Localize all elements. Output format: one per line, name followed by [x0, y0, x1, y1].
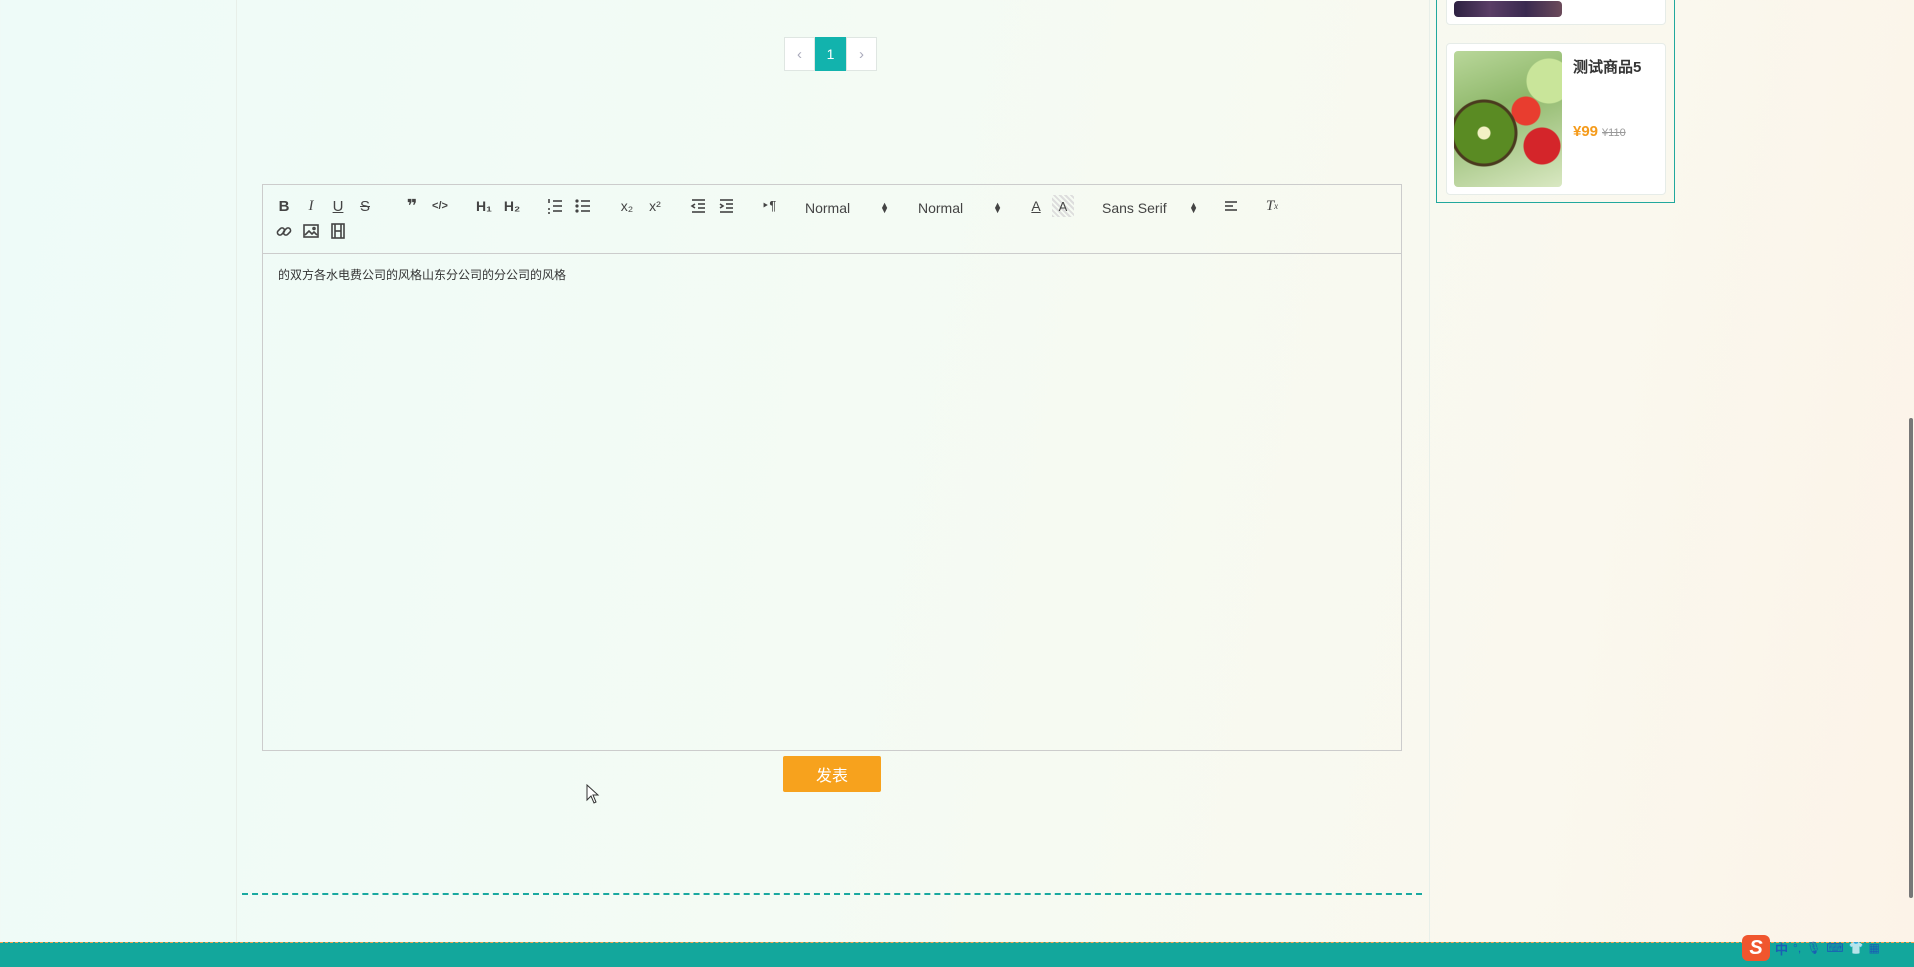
- clear-format-button[interactable]: Tx: [1261, 195, 1283, 217]
- price-original: ¥110: [1602, 127, 1626, 139]
- text-direction-icon[interactable]: ‣¶: [758, 195, 780, 217]
- product-thumbnail: [1454, 1, 1562, 17]
- product-card-previous[interactable]: [1446, 0, 1666, 25]
- product-price: ¥99 ¥110: [1573, 123, 1626, 140]
- product-thumbnail: [1454, 51, 1562, 187]
- rich-text-editor: B I U S ❞ </> H₁ H₂ x₂ x² ‣¶ Normal ▲ ▼ N…: [262, 184, 1402, 751]
- prev-page-button[interactable]: ‹: [784, 37, 815, 71]
- page-1-button[interactable]: 1: [815, 37, 846, 71]
- price-current: ¥99: [1573, 123, 1599, 140]
- font-picker-label: Sans Serif: [1102, 200, 1167, 216]
- section-divider: [242, 893, 1422, 895]
- mouse-cursor-icon: [586, 784, 600, 804]
- text-color-button[interactable]: A: [1025, 195, 1047, 217]
- microphone-icon[interactable]: 🎙: [1806, 941, 1821, 955]
- font-picker[interactable]: Sans Serif ▲ ▼: [1102, 197, 1198, 219]
- product-card[interactable]: 测试商品5 ¥99 ¥110: [1446, 43, 1666, 195]
- header-picker[interactable]: Normal ▲ ▼: [805, 197, 889, 219]
- subscript-button[interactable]: x₂: [616, 195, 638, 217]
- code-block-button[interactable]: </>: [429, 195, 451, 217]
- footer-bar: [0, 942, 1914, 967]
- keyboard-icon[interactable]: ⌨: [1826, 941, 1843, 955]
- bold-button[interactable]: B: [273, 195, 295, 217]
- video-button[interactable]: [327, 220, 349, 242]
- product-name[interactable]: 测试商品5: [1573, 56, 1641, 77]
- ime-language-toggle[interactable]: 中: [1775, 939, 1788, 958]
- next-page-button[interactable]: ›: [846, 37, 877, 71]
- bullet-list-button[interactable]: [572, 195, 594, 217]
- blockquote-button[interactable]: ❞: [401, 195, 423, 217]
- editor-toolbar: B I U S ❞ </> H₁ H₂ x₂ x² ‣¶ Normal ▲ ▼ N…: [263, 185, 1401, 254]
- header-picker-label: Normal: [805, 200, 851, 216]
- indent-button[interactable]: [715, 195, 737, 217]
- picker-arrow-icon: ▲ ▼: [993, 200, 1002, 215]
- submit-button[interactable]: 发表: [783, 756, 881, 792]
- heading-2-button[interactable]: H₂: [501, 195, 523, 217]
- size-picker-label: Normal: [918, 200, 964, 216]
- outdent-button[interactable]: [687, 195, 709, 217]
- align-button[interactable]: [1220, 195, 1242, 217]
- underline-button[interactable]: U: [327, 195, 349, 217]
- editor-content[interactable]: 的双方各水电费公司的风格山东分公司的分公司的风格: [263, 254, 1401, 295]
- italic-button[interactable]: I: [300, 195, 322, 217]
- link-button[interactable]: [273, 220, 295, 242]
- background-color-button[interactable]: A: [1052, 195, 1074, 217]
- strike-button[interactable]: S: [354, 195, 376, 217]
- pagination: ‹ 1 ›: [784, 37, 877, 71]
- scrollbar-thumb[interactable]: [1909, 418, 1913, 898]
- skin-shirt-icon[interactable]: 👕: [1849, 941, 1864, 955]
- image-button[interactable]: [300, 220, 322, 242]
- sogou-logo-icon[interactable]: S: [1742, 935, 1770, 961]
- size-picker[interactable]: Normal ▲ ▼: [918, 197, 1002, 219]
- picker-arrow-icon: ▲ ▼: [1189, 200, 1198, 215]
- heading-1-button[interactable]: H₁: [473, 195, 495, 217]
- superscript-button[interactable]: x²: [644, 195, 666, 217]
- ime-punct-toggle[interactable]: °,: [1793, 941, 1801, 955]
- picker-arrow-icon: ▲ ▼: [880, 200, 889, 215]
- ime-toolbar: S 中 °, 🎙 ⌨ 👕 ▦: [1742, 934, 1914, 962]
- ime-menu-icon[interactable]: ▦: [1869, 941, 1880, 955]
- ordered-list-button[interactable]: [544, 195, 566, 217]
